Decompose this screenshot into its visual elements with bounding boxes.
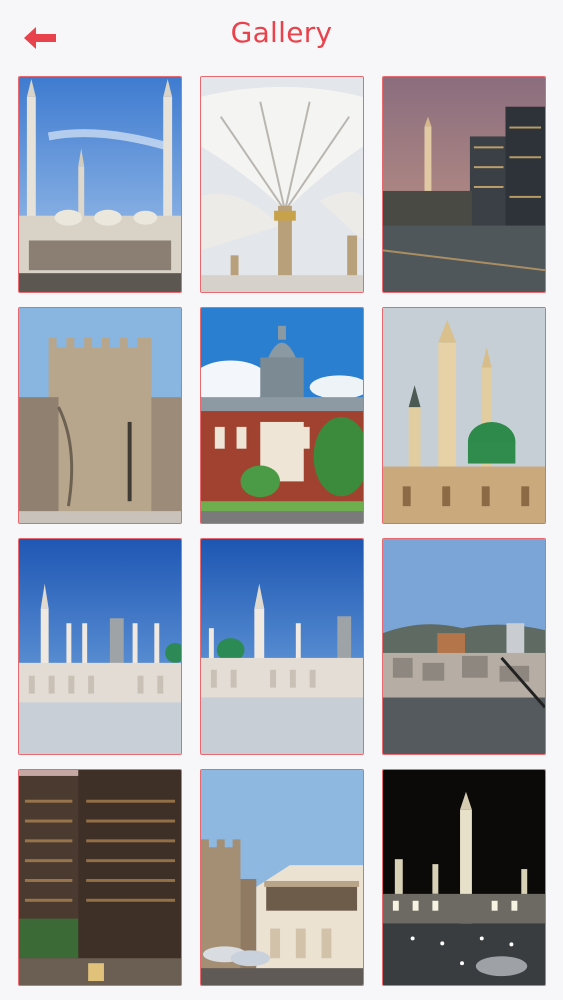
gallery-image [383,770,545,985]
gallery-photo-4[interactable] [18,307,182,524]
gallery-image [19,77,181,292]
gallery-photo-6[interactable] [382,307,546,524]
gallery-image [201,539,363,754]
gallery-grid [18,76,546,986]
gallery-photo-1[interactable] [18,76,182,293]
gallery-photo-11[interactable] [200,769,364,986]
gallery-image [19,770,181,985]
gallery-photo-5[interactable] [200,307,364,524]
gallery-photo-3[interactable] [382,76,546,293]
app-header: Gallery [0,0,563,72]
gallery-image [201,308,363,523]
gallery-photo-2[interactable] [200,76,364,293]
gallery-photo-8[interactable] [200,538,364,755]
gallery-photo-12[interactable] [382,769,546,986]
gallery-image [201,77,363,292]
gallery-image [19,539,181,754]
gallery-photo-9[interactable] [382,538,546,755]
gallery-photo-10[interactable] [18,769,182,986]
gallery-photo-7[interactable] [18,538,182,755]
page-title: Gallery [230,16,333,49]
gallery-image [383,77,545,292]
gallery-image [19,308,181,523]
gallery-image [383,308,545,523]
gallery-image [201,770,363,985]
gallery-image [383,539,545,754]
